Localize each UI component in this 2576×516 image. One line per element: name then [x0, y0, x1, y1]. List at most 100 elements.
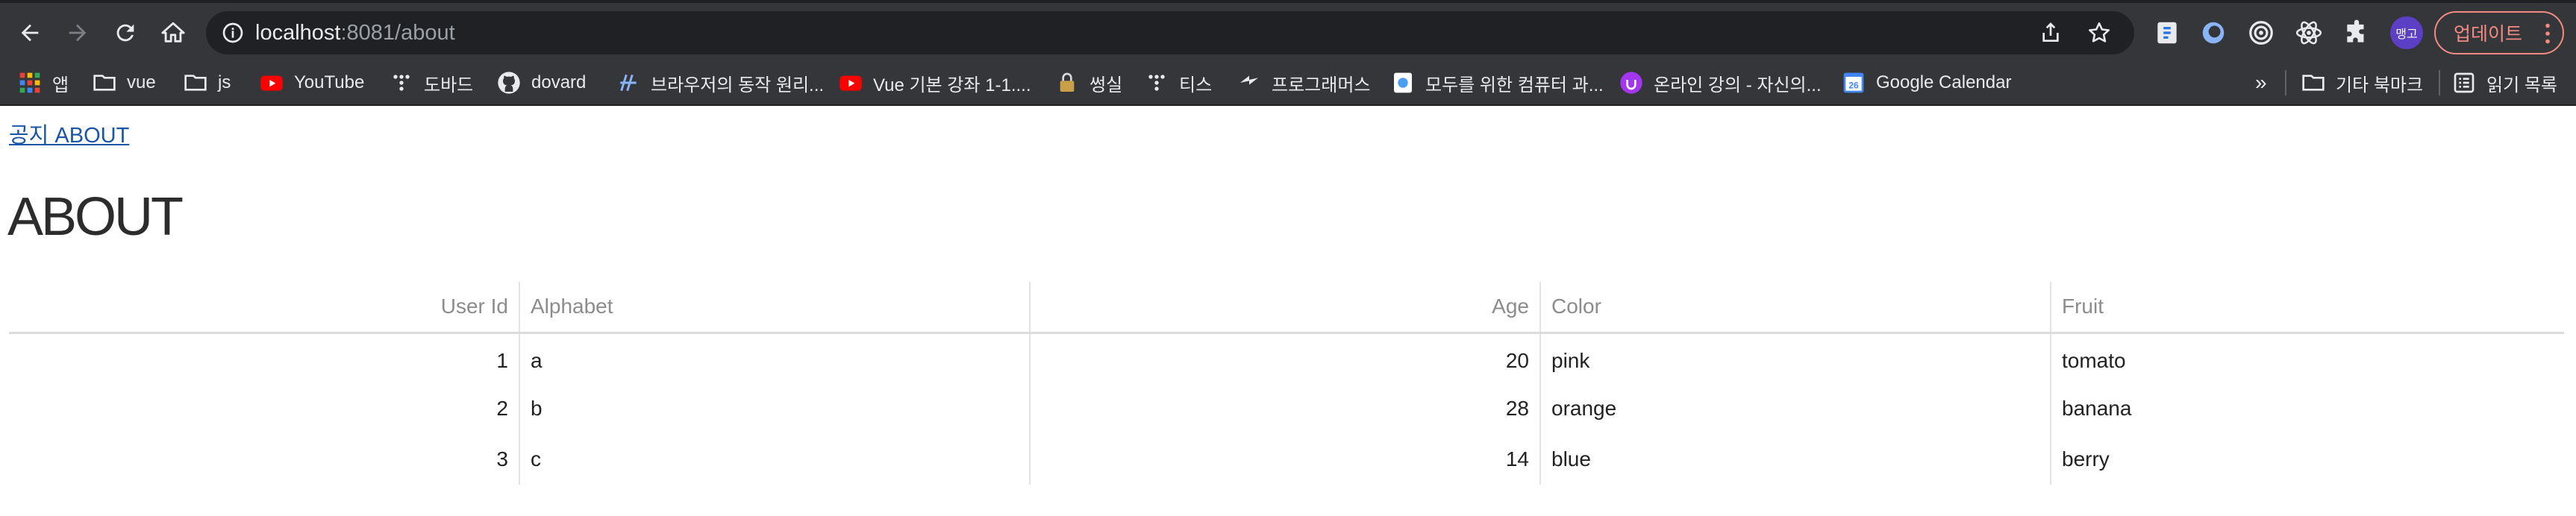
- youtube-icon: [839, 71, 863, 95]
- bookmark-vue-course[interactable]: Vue 기본 강좌 1-1....: [839, 60, 1031, 106]
- column-header-fruit[interactable]: Fruit: [2050, 282, 2564, 334]
- bookmark-label: 기타 북마크: [2336, 75, 2424, 95]
- bookmark-programmers[interactable]: 프로그래머스: [1237, 60, 1370, 106]
- cell-alphabet: a: [519, 333, 1030, 383]
- cell-age: 20: [1029, 333, 1540, 383]
- udemy-icon: [1619, 71, 1643, 95]
- page-title: ABOUT: [7, 187, 184, 247]
- forward-icon: [69, 24, 87, 42]
- home-button[interactable]: [154, 13, 193, 52]
- bookmark-label: 썽실: [1090, 75, 1123, 95]
- update-button[interactable]: 업데이트: [2434, 11, 2564, 54]
- browser-toolbar: localhost:8081/about 맹고 업데이트: [0, 0, 2576, 60]
- bookmark-label: dovard: [531, 72, 587, 92]
- folder-icon: [2301, 71, 2325, 95]
- column-header-user-id[interactable]: User Id: [9, 282, 519, 334]
- bookmarks-bar: 앱 vue js YouTube 도바드 dovard 브라우저의 동작 원리.…: [0, 60, 2576, 106]
- extension-target-icon[interactable]: [2246, 18, 2276, 48]
- github-icon: [497, 71, 521, 95]
- bookmark-label: 읽기 목록: [2486, 75, 2557, 95]
- cell-fruit: berry: [2050, 434, 2564, 485]
- cell-alphabet: b: [519, 383, 1030, 434]
- url-host: localhost: [255, 21, 341, 45]
- share-icon[interactable]: [2039, 21, 2063, 45]
- bookmark-tistory[interactable]: 티스: [1145, 60, 1212, 106]
- bookmark-folder-js[interactable]: js: [184, 60, 231, 106]
- table-row[interactable]: 2 b 28 orange banana: [9, 383, 2564, 434]
- table-row[interactable]: 1 a 20 pink tomato: [9, 333, 2564, 383]
- bookmark-youtube[interactable]: YouTube: [260, 60, 364, 106]
- home-icon: [161, 22, 185, 43]
- cell-user-id: 2: [496, 397, 508, 420]
- extension-circle-icon[interactable]: [2198, 18, 2228, 48]
- update-label: 업데이트: [2454, 24, 2523, 45]
- cell-age: 28: [1029, 383, 1540, 434]
- address-bar[interactable]: localhost:8081/about: [206, 11, 2134, 54]
- chevron-double-right-icon: »: [2255, 71, 2267, 94]
- bookmark-online-course[interactable]: 온라인 강의 - 자신의...: [1619, 60, 1822, 106]
- bookmark-browser-internals[interactable]: 브라우저의 동작 원리...: [616, 60, 824, 106]
- folder-icon: [93, 71, 116, 95]
- bookmark-google-calendar[interactable]: 26 Google Calendar: [1842, 60, 2011, 106]
- bookmark-label: 모두를 위한 컴퓨터 과...: [1425, 75, 1604, 95]
- cell-color: orange: [1539, 383, 2051, 434]
- bookmark-apps[interactable]: 앱: [18, 60, 69, 106]
- bookmark-dovard[interactable]: dovard: [497, 60, 586, 106]
- info-icon[interactable]: [221, 21, 245, 45]
- cell-user-id: 1: [496, 348, 508, 372]
- cell-alphabet: c: [519, 434, 1030, 485]
- puzzle-icon[interactable]: [2342, 18, 2372, 48]
- youtube-icon: [260, 71, 284, 95]
- doc-icon: [1391, 71, 1415, 95]
- bookmark-label: 프로그래머스: [1272, 75, 1371, 95]
- notice-about-link[interactable]: 공지 ABOUT: [9, 118, 129, 149]
- bookmark-label: 티스: [1179, 75, 1213, 95]
- bookmarks-divider: [2285, 70, 2286, 95]
- bookmark-cs-for-all[interactable]: 모두를 위한 컴퓨터 과...: [1391, 60, 1604, 106]
- bookmarks-overflow-button[interactable]: »: [2255, 60, 2267, 106]
- bookmark-ssilsil[interactable]: 썽실: [1055, 60, 1122, 106]
- dots-icon: [390, 71, 413, 95]
- table-row[interactable]: 3 c 14 blue berry: [9, 434, 2564, 485]
- folder-icon: [184, 71, 207, 95]
- forward-button[interactable]: [58, 13, 97, 52]
- more-icon: [2545, 23, 2550, 44]
- bookmarks-divider: [2439, 70, 2440, 95]
- users-table: User Id Alphabet Age Color Fruit 1 a 20 …: [9, 282, 2564, 485]
- dots-icon: [1145, 71, 1169, 95]
- url-text[interactable]: localhost:8081/about: [255, 19, 455, 46]
- column-header-alphabet[interactable]: Alphabet: [519, 282, 1030, 334]
- extension-page-icon[interactable]: [2152, 18, 2182, 48]
- reading-list-button[interactable]: 읽기 목록: [2452, 60, 2557, 106]
- cell-fruit: tomato: [2050, 333, 2564, 383]
- bookmark-label: 브라우저의 동작 원리...: [651, 75, 825, 95]
- table-header-row: User Id Alphabet Age Color Fruit: [9, 282, 2564, 334]
- bookmark-folder-vue[interactable]: vue: [93, 60, 156, 106]
- reload-icon: [116, 24, 134, 42]
- star-icon[interactable]: [2086, 20, 2112, 45]
- svg-text:26: 26: [1848, 80, 1859, 90]
- bookmark-dobadeu[interactable]: 도바드: [390, 60, 473, 106]
- back-button[interactable]: [10, 13, 49, 52]
- profile-avatar[interactable]: 맹고: [2390, 16, 2423, 49]
- bookmark-label: YouTube: [294, 72, 365, 92]
- cell-color: pink: [1539, 333, 2051, 383]
- bookmark-label: vue: [127, 72, 156, 92]
- bookmark-label: 온라인 강의 - 자신의...: [1654, 75, 1822, 95]
- reload-button[interactable]: [106, 13, 145, 52]
- column-header-age[interactable]: Age: [1029, 282, 1540, 334]
- cell-fruit: banana: [2050, 383, 2564, 434]
- column-header-color[interactable]: Color: [1539, 282, 2051, 334]
- cell-age: 14: [1029, 434, 1540, 485]
- bookmark-label: 앱: [52, 75, 69, 95]
- calendar-icon: 26: [1842, 71, 1866, 95]
- back-icon: [21, 24, 39, 42]
- cell-color: blue: [1539, 434, 2051, 485]
- bookmark-label: Vue 기본 강좌 1-1....: [873, 75, 1031, 95]
- react-devtools-icon[interactable]: [2294, 18, 2324, 48]
- cell-user-id: 3: [496, 447, 508, 471]
- bookmark-other-folder[interactable]: 기타 북마크: [2301, 60, 2423, 106]
- bookmark-label: 도바드: [424, 75, 474, 95]
- reading-list-icon: [2452, 71, 2476, 95]
- url-path: :8081/about: [340, 21, 455, 45]
